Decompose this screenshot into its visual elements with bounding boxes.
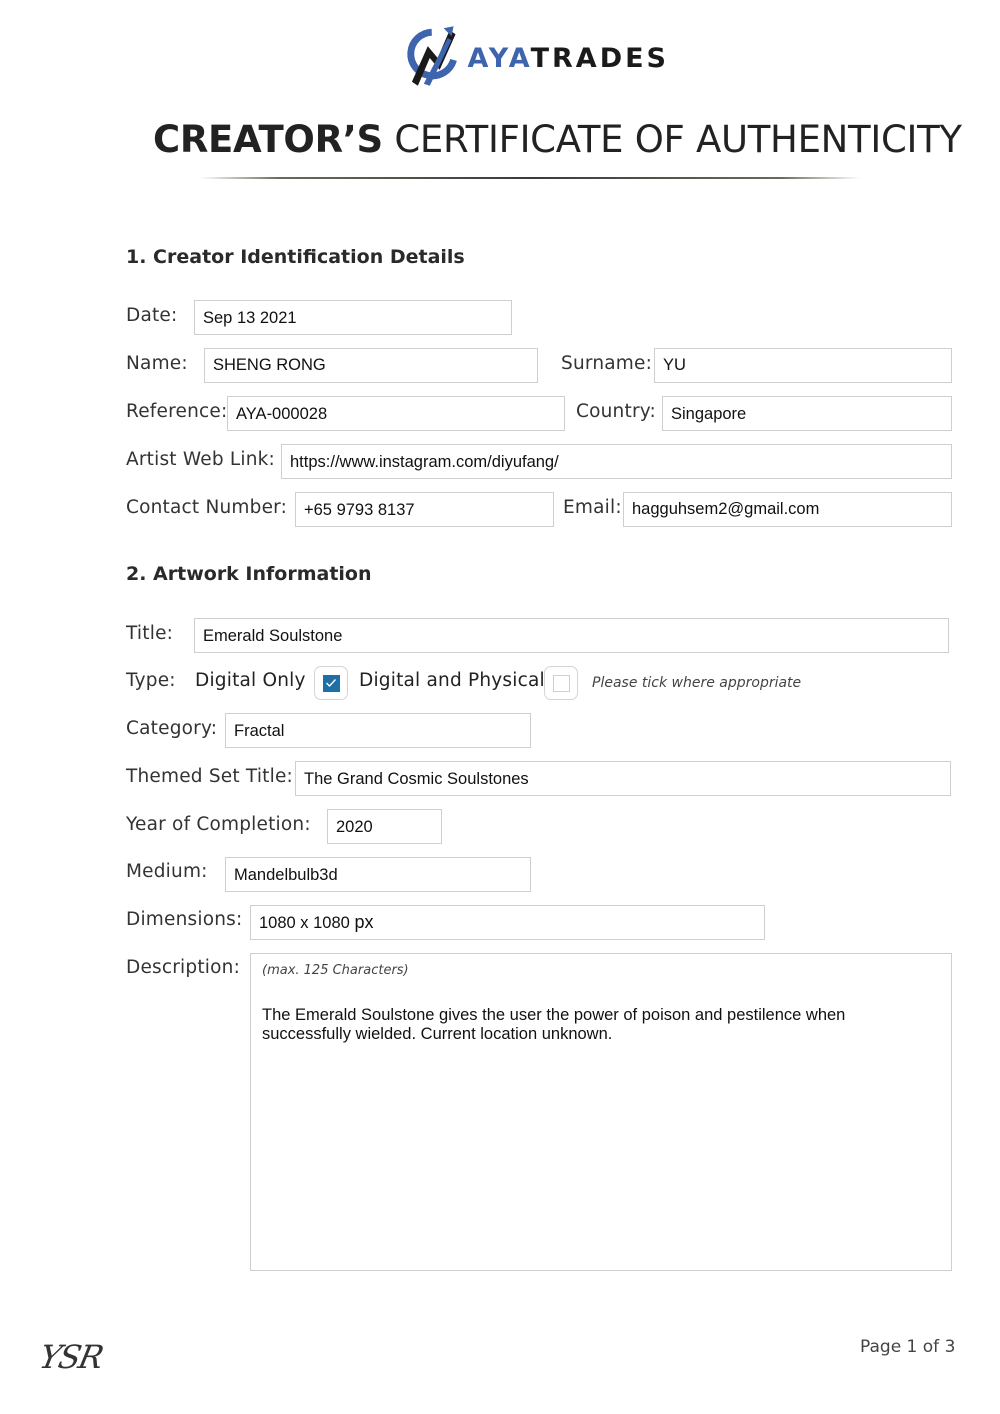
signature: YSR xyxy=(35,1338,106,1376)
category-field[interactable]: Fractal xyxy=(225,713,531,748)
document-title-bold: CREATOR’S xyxy=(153,118,383,161)
brand-name-trades: TRADES xyxy=(530,42,669,74)
brand-logo: AYATRADES xyxy=(404,24,669,90)
contact-field[interactable]: +65 9793 8137 xyxy=(295,492,554,527)
year-label: Year of Completion: xyxy=(126,814,311,835)
medium-field[interactable]: Mandelbulb3d xyxy=(225,857,531,892)
document-title: CREATOR’S CERTIFICATE OF AUTHENTICITY xyxy=(153,118,962,161)
surname-field[interactable]: YU xyxy=(654,348,952,383)
brand-name: AYATRADES xyxy=(468,43,670,74)
themed-set-field[interactable]: The Grand Cosmic Soulstones xyxy=(295,761,951,796)
date-field[interactable]: Sep 13 2021 xyxy=(194,300,512,335)
page-number: Page 1 of 3 xyxy=(860,1337,956,1357)
reference-label: Reference: xyxy=(126,401,228,422)
country-field[interactable]: Singapore xyxy=(662,396,952,431)
digital-only-checkbox[interactable] xyxy=(314,666,348,700)
weblink-label: Artist Web Link: xyxy=(126,449,275,470)
title-field[interactable]: Emerald Soulstone xyxy=(194,618,949,653)
date-label: Date: xyxy=(126,305,178,326)
type-hint: Please tick where appropriate xyxy=(592,675,802,691)
digital-physical-checkbox[interactable] xyxy=(544,666,578,700)
surname-label: Surname: xyxy=(561,353,653,374)
document-title-light: CERTIFICATE OF AUTHENTICITY xyxy=(394,118,962,161)
name-label: Name: xyxy=(126,353,188,374)
email-label: Email: xyxy=(563,497,622,518)
title-divider xyxy=(200,177,860,179)
reference-field[interactable]: AYA-000028 xyxy=(227,396,565,431)
medium-label: Medium: xyxy=(126,861,208,882)
description-text: The Emerald Soulstone gives the user the… xyxy=(262,1006,846,1043)
dimensions-label: Dimensions: xyxy=(126,909,243,930)
empty-box-icon xyxy=(552,674,570,692)
type-option-digital-only-label: Digital Only xyxy=(195,670,306,691)
checkmark-icon xyxy=(322,674,340,692)
description-hint: (max. 125 Characters) xyxy=(262,963,409,978)
section-heading-artwork: 2. Artwork Information xyxy=(126,563,372,585)
brand-name-aya: AYA xyxy=(467,42,531,74)
year-field[interactable]: 2020 xyxy=(327,809,442,844)
themed-set-label: Themed Set Title: xyxy=(126,766,293,787)
dimensions-unit: px xyxy=(354,912,374,932)
aya-arrow-logo-icon xyxy=(407,26,457,86)
weblink-field[interactable]: https://www.instagram.com/diyufang/ xyxy=(281,444,952,479)
country-label: Country: xyxy=(576,401,656,422)
dimensions-value: 1080 x 1080 xyxy=(259,914,350,932)
type-option-digital-physical-label: Digital and Physical xyxy=(359,670,545,691)
description-textarea[interactable]: (max. 125 Characters) The Emerald Soulst… xyxy=(250,953,952,1271)
category-label: Category: xyxy=(126,718,218,739)
section-heading-creator: 1. Creator Identification Details xyxy=(126,246,465,268)
title-label: Title: xyxy=(126,623,174,644)
description-label: Description: xyxy=(126,957,240,978)
name-field[interactable]: SHENG RONG xyxy=(204,348,538,383)
email-field[interactable]: hagguhsem2@gmail.com xyxy=(623,492,952,527)
contact-label: Contact Number: xyxy=(126,497,288,518)
type-label: Type: xyxy=(126,670,176,691)
dimensions-field[interactable]: 1080 x 1080 px xyxy=(250,905,765,940)
